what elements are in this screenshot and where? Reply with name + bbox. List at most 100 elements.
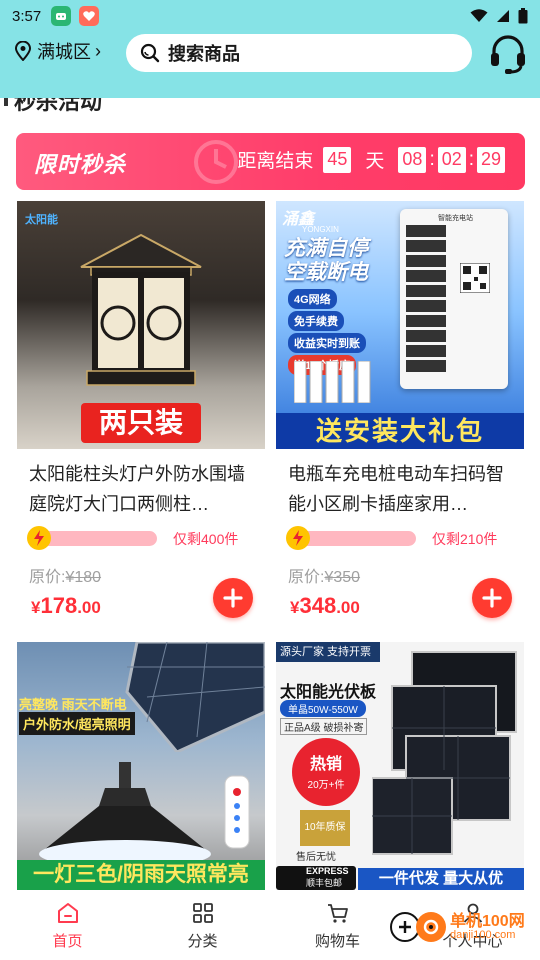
hot-sale-text: 热销 bbox=[309, 756, 342, 773]
after-sale-text: 售后无忧 bbox=[296, 852, 336, 863]
header-row: 满城区 › 搜索商品 bbox=[0, 32, 540, 74]
nav-home-label: 首页 bbox=[52, 933, 83, 950]
plus-icon bbox=[482, 588, 502, 608]
nav-cart-label: 购物车 bbox=[314, 933, 360, 950]
location-pin-icon bbox=[14, 41, 32, 61]
hot-sale-count: 20万+件 bbox=[307, 780, 345, 791]
price-decimal: .00 bbox=[77, 598, 101, 617]
product-card[interactable]: 太阳能 两只装 太阳能柱头灯户外防水围墙庭院灯大门口两侧柱… 仅剩400件 原价… bbox=[17, 201, 265, 618]
location-selector[interactable]: 满城区 › bbox=[14, 38, 101, 64]
nav-category-label: 分类 bbox=[187, 933, 218, 950]
image-bottom-text: 一灯三色/阴雨天照常亮 bbox=[17, 860, 265, 890]
plus-icon bbox=[223, 588, 243, 608]
product-image[interactable]: 涌鑫 YONGXIN 充满自停 空载断电 4G网络 免手续费 收益实时到账 送1… bbox=[276, 201, 524, 449]
countdown-separator: : bbox=[429, 148, 435, 170]
brand-logo: 太阳能 bbox=[25, 214, 58, 226]
watermark: 单机100网 danji100.com bbox=[390, 912, 525, 942]
countdown-minutes: 02 bbox=[437, 146, 466, 173]
watermark-line1: 单机100网 bbox=[450, 912, 525, 930]
qr-code-icon bbox=[460, 263, 490, 293]
charging-station-illustration: 智能充电站 bbox=[400, 209, 508, 389]
stock-progress bbox=[286, 526, 418, 550]
lightning-icon bbox=[27, 526, 51, 550]
socket-displays-icon bbox=[406, 225, 446, 372]
image-bottom-text: 一件代发 量大从优 bbox=[358, 868, 524, 890]
express-text: EXPRESS bbox=[306, 866, 349, 876]
nav-cart[interactable]: 购物车 bbox=[270, 890, 405, 960]
original-price: 原价:¥350 bbox=[288, 563, 360, 587]
sale-price: ¥178.00 bbox=[31, 593, 101, 619]
image-sub-text: 正品A级 破损补寄 bbox=[280, 718, 368, 735]
warranty-badge: 10年质保 bbox=[300, 810, 350, 846]
sale-price: ¥348.00 bbox=[290, 593, 360, 619]
hot-sale-badge: 热销 20万+件 bbox=[292, 738, 360, 806]
stock-progress bbox=[27, 526, 159, 550]
watermark-text: 单机100网 danji100.com bbox=[450, 912, 525, 941]
solar-panels-illustration bbox=[372, 651, 517, 855]
countdown-days: 45 bbox=[323, 146, 352, 173]
notification-app-icon bbox=[51, 6, 72, 26]
customer-service-icon[interactable] bbox=[486, 32, 530, 76]
original-price-label: 原价: bbox=[288, 569, 325, 586]
signal-icon bbox=[497, 10, 509, 22]
countdown-separator: : bbox=[468, 148, 474, 170]
status-time: 3:57 bbox=[12, 7, 42, 25]
countdown-hours: 08 bbox=[398, 146, 427, 173]
price-decimal: .00 bbox=[336, 598, 360, 617]
section-marker bbox=[4, 98, 8, 106]
add-to-cart-button[interactable] bbox=[213, 578, 253, 618]
progress-track bbox=[37, 531, 157, 546]
product-image[interactable]: 亮整晚 雨天不断电 户外防水/超亮照明 一灯三色/阴雨天照常亮 bbox=[17, 642, 265, 890]
image-tag: 4G网络 bbox=[288, 289, 337, 309]
watermark-logo-icon bbox=[416, 912, 446, 942]
original-price: 原价:¥180 bbox=[29, 563, 101, 587]
product-name: 电瓶车充电桩电动车扫码智能小区刷卡插座家用… bbox=[288, 464, 504, 514]
countdown-timer: 距离结束 45 天 08 : 02 : 29 bbox=[237, 146, 505, 173]
image-tag: 免手续费 bbox=[288, 311, 344, 331]
search-input[interactable]: 搜索商品 bbox=[126, 34, 472, 72]
search-placeholder: 搜索商品 bbox=[168, 44, 240, 64]
lightning-icon bbox=[286, 526, 310, 550]
solar-panel-illustration bbox=[125, 642, 265, 752]
express-badge: EXPRESS 顺丰包邮 bbox=[276, 866, 356, 890]
product-card[interactable]: 源头厂家 支持开票 太阳能光伏板 单晶50W-550W 正品A级 破损补寄 热销… bbox=[276, 642, 524, 890]
price-integer: 178 bbox=[40, 593, 78, 618]
status-bar: 3:57 bbox=[0, 0, 540, 32]
image-slogan: 充满自停 空载断电 bbox=[284, 237, 368, 284]
section-header: 秒杀活动 bbox=[0, 98, 540, 114]
location-label: 满城区 bbox=[37, 42, 91, 62]
wifi-icon bbox=[470, 9, 488, 22]
status-indicators bbox=[470, 8, 528, 24]
device-label: 智能充电站 bbox=[438, 215, 473, 222]
image-promo-text: 送安装大礼包 bbox=[276, 413, 524, 449]
flash-sale-banner[interactable]: 限时秒杀 距离结束 45 天 08 : 02 : 29 bbox=[16, 133, 525, 190]
add-to-cart-button[interactable] bbox=[472, 578, 512, 618]
countdown-seconds: 29 bbox=[477, 146, 505, 173]
cart-icon bbox=[327, 904, 348, 923]
countdown-label: 距离结束 bbox=[237, 151, 314, 172]
remaining-stock: 仅剩210件 bbox=[432, 531, 498, 547]
remote-control-illustration bbox=[224, 775, 250, 849]
original-price-value: ¥180 bbox=[65, 569, 102, 586]
home-icon bbox=[57, 903, 78, 923]
brand-logo-en: YONGXIN bbox=[302, 225, 339, 234]
pillar-lamp-illustration bbox=[80, 233, 202, 386]
nav-home[interactable]: 首页 bbox=[0, 890, 135, 960]
product-image[interactable]: 源头厂家 支持开票 太阳能光伏板 单晶50W-550W 正品A级 破损补寄 热销… bbox=[276, 642, 524, 890]
image-mid-text: 户外防水/超亮照明 bbox=[19, 712, 135, 735]
original-price-label: 原价: bbox=[29, 569, 66, 586]
search-icon bbox=[140, 43, 160, 63]
hanging-lamp-illustration bbox=[39, 762, 211, 868]
image-promo-text: 两只装 bbox=[81, 403, 201, 443]
image-spec-text: 单晶50W-550W bbox=[280, 700, 366, 717]
original-price-value: ¥350 bbox=[324, 569, 361, 586]
price-integer: 348 bbox=[299, 593, 337, 618]
image-top-text: 源头厂家 支持开票 bbox=[276, 642, 380, 662]
chevron-right-icon: › bbox=[95, 40, 101, 61]
product-image[interactable]: 太阳能 两只装 bbox=[17, 201, 265, 449]
top-header-area: 3:57 满城区 › 搜索商品 bbox=[0, 0, 540, 98]
nav-category[interactable]: 分类 bbox=[135, 890, 270, 960]
product-card[interactable]: 涌鑫 YONGXIN 充满自停 空载断电 4G网络 免手续费 收益实时到账 送1… bbox=[276, 201, 524, 618]
battery-icon bbox=[518, 8, 528, 24]
product-card[interactable]: 亮整晚 雨天不断电 户外防水/超亮照明 一灯三色/阴雨天照常亮 bbox=[17, 642, 265, 890]
